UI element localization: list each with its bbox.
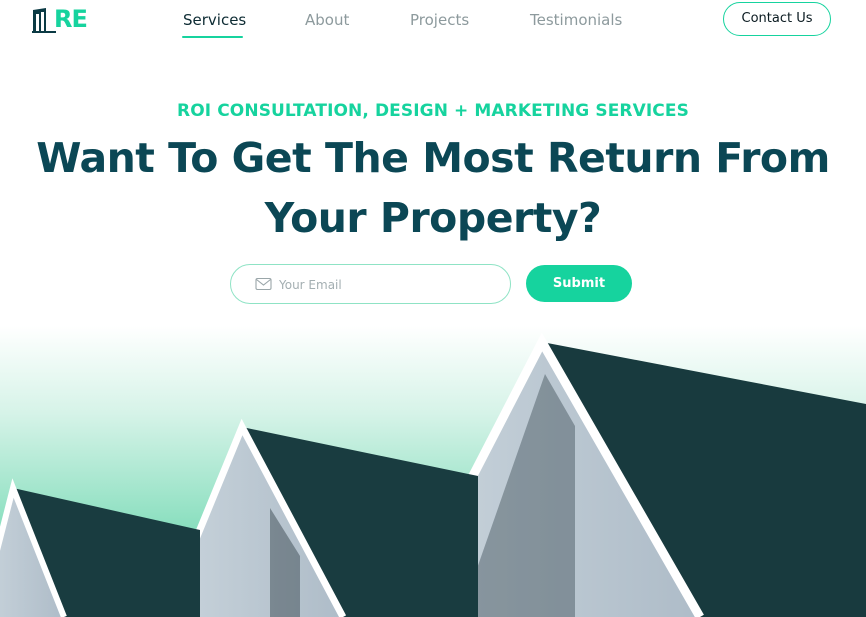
nav-link-projects[interactable]: Projects — [410, 11, 469, 29]
mail-icon — [255, 277, 272, 291]
logo-text: RE — [54, 5, 88, 33]
nav-link-testimonials[interactable]: Testimonials — [530, 11, 622, 29]
active-nav-indicator — [182, 36, 243, 38]
submit-button[interactable]: Submit — [526, 265, 632, 302]
email-field[interactable] — [230, 264, 511, 304]
contact-us-button[interactable]: Contact Us — [723, 2, 831, 36]
headline-line-2: Your Property? — [264, 194, 602, 242]
nav-link-about[interactable]: About — [305, 11, 349, 29]
headline-line-1: Want To Get The Most Return From — [36, 134, 830, 182]
email-input[interactable] — [277, 274, 501, 296]
top-navigation: RE Services About Projects Testimonials … — [0, 0, 866, 44]
brand-logo[interactable]: RE — [32, 5, 88, 33]
hero-eyebrow: ROI CONSULTATION, DESIGN + MARKETING SER… — [177, 101, 689, 121]
nav-link-services[interactable]: Services — [183, 11, 246, 29]
hero-roof-image — [0, 326, 866, 617]
hero-headline: Want To Get The Most Return From Your Pr… — [30, 128, 836, 248]
